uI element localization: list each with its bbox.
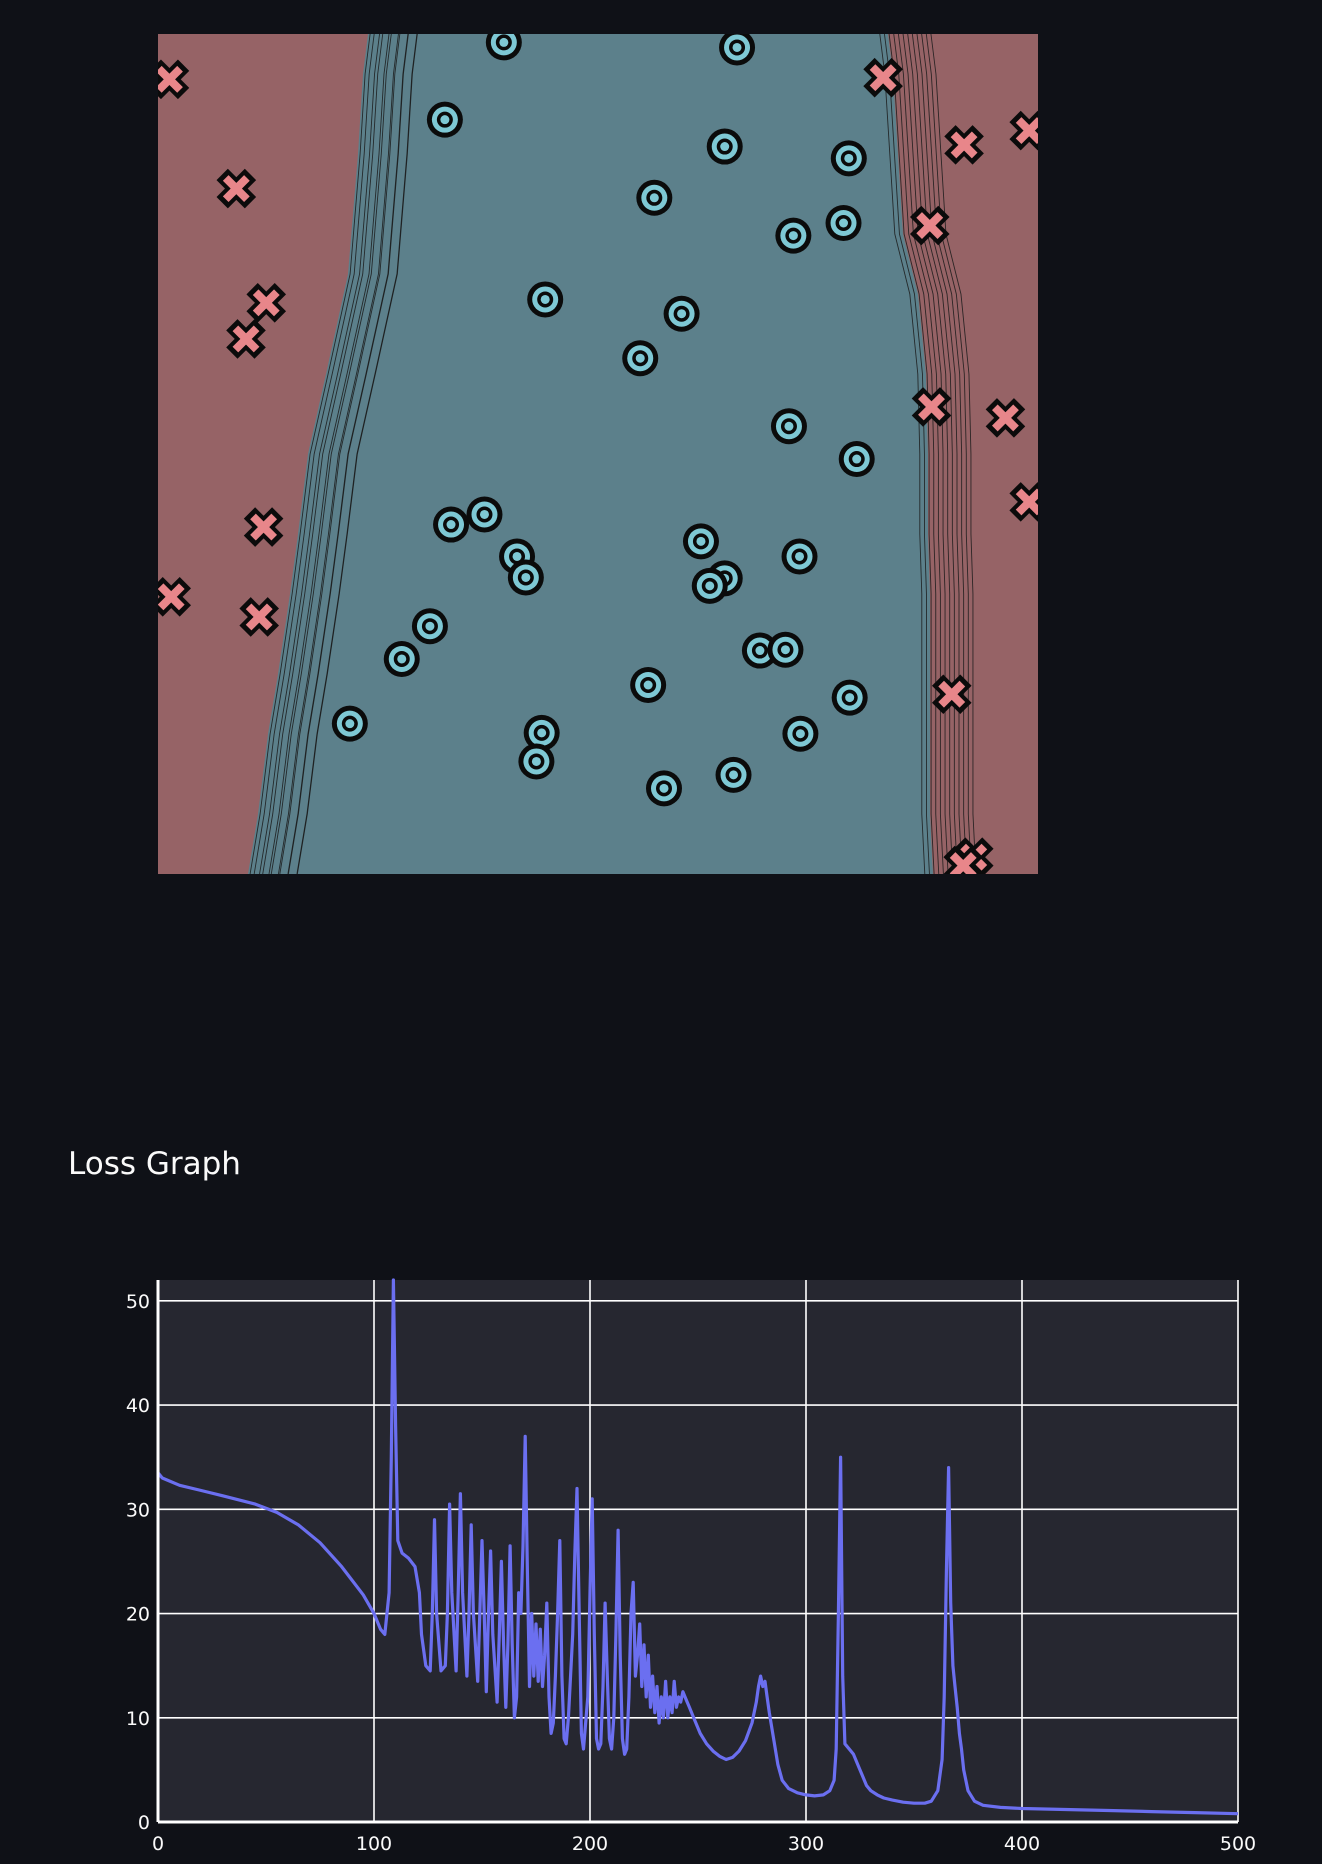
x-tick-label: 500 [1220, 1833, 1256, 1855]
circle-marker [775, 217, 812, 254]
circle-marker [706, 128, 743, 165]
x-tick-label: 300 [788, 1833, 824, 1855]
circle-marker [838, 441, 875, 478]
x-tick-label: 100 [356, 1833, 392, 1855]
circle-marker [691, 567, 728, 604]
y-tick-label: 40 [126, 1395, 150, 1417]
loss-chart: 0 100 200 300 400 500 0 10 20 30 40 50 [0, 1270, 1322, 1864]
circle-marker [682, 523, 719, 560]
circle-marker [630, 667, 667, 703]
circle-marker [782, 715, 819, 752]
circle-marker [770, 408, 807, 445]
decision-boundary-svg [158, 34, 1038, 874]
circle-marker [466, 496, 503, 533]
y-tick-label: 10 [126, 1708, 150, 1730]
x-tick-label: 0 [152, 1833, 164, 1855]
circle-marker [646, 770, 682, 807]
y-tick-label: 0 [138, 1812, 150, 1834]
circle-marker [715, 756, 752, 793]
decision-boundary-plot [158, 34, 1038, 874]
circle-marker [825, 205, 862, 241]
circle-marker [426, 101, 463, 138]
circle-marker [831, 679, 868, 716]
circle-marker [636, 179, 673, 216]
circle-marker [527, 281, 564, 318]
y-tick-label: 50 [126, 1291, 150, 1313]
circle-marker [518, 743, 555, 780]
circle-marker [622, 340, 659, 377]
y-tick-label: 20 [126, 1604, 150, 1626]
x-tick-label: 200 [572, 1833, 608, 1855]
circle-marker [383, 640, 420, 677]
circle-marker [507, 559, 544, 596]
circle-marker [767, 631, 804, 668]
y-tick-label: 30 [126, 1499, 150, 1521]
circle-marker [830, 140, 867, 177]
loss-chart-svg: 0 100 200 300 400 500 0 10 20 30 40 50 [126, 1278, 1256, 1855]
circle-marker [433, 506, 470, 543]
circle-marker [411, 608, 448, 645]
loss-chart-background [158, 1280, 1238, 1822]
circle-marker [781, 538, 818, 575]
x-tick-label: 400 [1004, 1833, 1040, 1855]
loss-graph-heading: Loss Graph [68, 1146, 241, 1182]
circle-marker [331, 705, 368, 742]
circle-marker [663, 295, 700, 332]
